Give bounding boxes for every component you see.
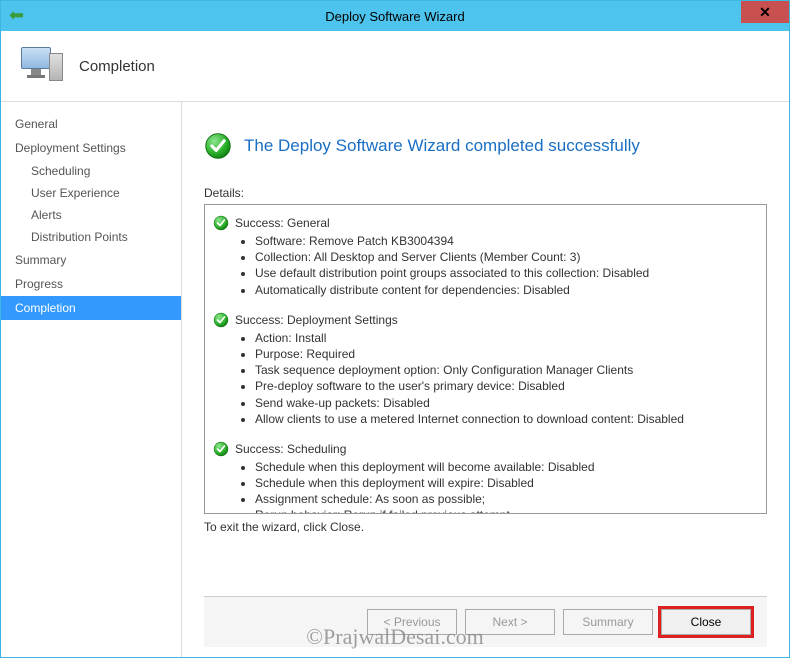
window-close-button[interactable]: ✕ <box>741 1 789 23</box>
sidebar-item-user-experience[interactable]: User Experience <box>1 182 181 204</box>
section-item: Task sequence deployment option: Only Co… <box>255 362 754 378</box>
success-check-icon <box>213 441 229 457</box>
sidebar-item-general[interactable]: General <box>1 112 181 136</box>
details-section: Success: Deployment Settings Action: Inst… <box>213 312 754 427</box>
section-title: Success: General <box>213 215 754 231</box>
section-title: Success: Deployment Settings <box>213 312 754 328</box>
section-item: Collection: All Desktop and Server Clien… <box>255 249 754 265</box>
section-item: Rerun behavior: Rerun if failed previous… <box>255 507 754 514</box>
section-item: Allow clients to use a metered Internet … <box>255 411 754 427</box>
close-button[interactable]: Close <box>661 609 751 635</box>
section-title: Success: Scheduling <box>213 441 754 457</box>
sidebar-item-progress[interactable]: Progress <box>1 272 181 296</box>
details-box[interactable]: Success: General Software: Remove Patch K… <box>204 204 767 514</box>
computer-icon <box>21 47 65 85</box>
sidebar-item-alerts[interactable]: Alerts <box>1 204 181 226</box>
page-title: Completion <box>79 58 155 75</box>
success-check-icon <box>204 132 232 160</box>
back-arrow-icon[interactable]: ⬅ <box>9 5 24 26</box>
completion-header: The Deploy Software Wizard completed suc… <box>204 132 767 160</box>
section-items: Schedule when this deployment will becom… <box>213 459 754 514</box>
sidebar-item-deployment-settings[interactable]: Deployment Settings <box>1 136 181 160</box>
titlebar: ⬅ Deploy Software Wizard ✕ <box>1 1 789 31</box>
sidebar-item-summary[interactable]: Summary <box>1 248 181 272</box>
section-items: Software: Remove Patch KB3004394Collecti… <box>213 233 754 298</box>
footer: < Previous Next > Summary Close <box>204 596 767 647</box>
body: GeneralDeployment SettingsSchedulingUser… <box>1 102 789 657</box>
completion-title: The Deploy Software Wizard completed suc… <box>244 136 640 156</box>
section-item: Automatically distribute content for dep… <box>255 282 754 298</box>
section-item: Pre-deploy software to the user's primar… <box>255 378 754 394</box>
success-check-icon <box>213 215 229 231</box>
section-item: Schedule when this deployment will expir… <box>255 475 754 491</box>
section-item: Action: Install <box>255 330 754 346</box>
details-section: Success: General Software: Remove Patch K… <box>213 215 754 298</box>
success-check-icon <box>213 312 229 328</box>
sidebar-item-completion[interactable]: Completion <box>1 296 181 320</box>
section-items: Action: InstallPurpose: RequiredTask seq… <box>213 330 754 427</box>
section-item: Schedule when this deployment will becom… <box>255 459 754 475</box>
section-item: Software: Remove Patch KB3004394 <box>255 233 754 249</box>
details-label: Details: <box>204 186 767 200</box>
summary-button: Summary <box>563 609 653 635</box>
section-item: Purpose: Required <box>255 346 754 362</box>
section-item: Use default distribution point groups as… <box>255 265 754 281</box>
sidebar-item-distribution-points[interactable]: Distribution Points <box>1 226 181 248</box>
main-panel: The Deploy Software Wizard completed suc… <box>182 102 789 657</box>
previous-button: < Previous <box>367 609 457 635</box>
window-title: Deploy Software Wizard <box>325 9 464 24</box>
header: Completion <box>1 31 789 102</box>
wizard-window: ⬅ Deploy Software Wizard ✕ Completion Ge… <box>0 0 790 658</box>
next-button: Next > <box>465 609 555 635</box>
details-section: Success: Scheduling Schedule when this de… <box>213 441 754 514</box>
sidebar-item-scheduling[interactable]: Scheduling <box>1 160 181 182</box>
exit-instruction: To exit the wizard, click Close. <box>204 520 767 534</box>
section-item: Send wake-up packets: Disabled <box>255 395 754 411</box>
section-item: Assignment schedule: As soon as possible… <box>255 491 754 507</box>
sidebar: GeneralDeployment SettingsSchedulingUser… <box>1 102 181 657</box>
